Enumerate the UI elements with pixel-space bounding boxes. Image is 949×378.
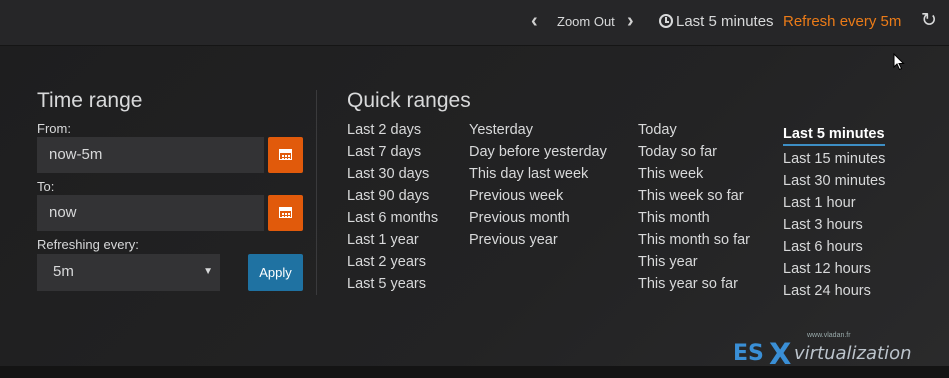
quick-range-link[interactable]: Previous year bbox=[469, 229, 607, 251]
chevron-left-icon[interactable]: ‹ bbox=[531, 0, 538, 45]
refresh-interval-button[interactable]: Refresh every 5m bbox=[783, 0, 901, 45]
clock-icon bbox=[659, 14, 673, 28]
to-label: To: bbox=[37, 179, 55, 194]
section-divider bbox=[316, 90, 317, 295]
refresh-select[interactable]: 5m ▼ bbox=[37, 254, 220, 291]
quick-range-link[interactable]: Yesterday bbox=[469, 119, 607, 141]
quick-range-link[interactable]: Last 2 years bbox=[347, 251, 438, 273]
quick-range-link[interactable]: Last 15 minutes bbox=[783, 148, 885, 170]
refresh-select-value: 5m bbox=[53, 263, 74, 280]
from-calendar-button[interactable] bbox=[268, 137, 303, 173]
quick-range-link[interactable]: This year bbox=[638, 251, 750, 273]
caret-down-icon: ▼ bbox=[203, 266, 213, 277]
quick-range-link[interactable]: Day before yesterday bbox=[469, 141, 607, 163]
quick-range-link[interactable]: Last 3 hours bbox=[783, 214, 885, 236]
calendar-icon bbox=[279, 207, 292, 218]
time-range-title: Time range bbox=[37, 89, 143, 112]
quick-range-link[interactable]: Previous week bbox=[469, 185, 607, 207]
quick-range-link[interactable]: This week bbox=[638, 163, 750, 185]
quick-ranges-title: Quick ranges bbox=[347, 89, 471, 112]
quick-range-link[interactable]: Last 1 year bbox=[347, 229, 438, 251]
quick-range-link[interactable]: Last 6 hours bbox=[783, 236, 885, 258]
watermark-url: www.vladan.fr bbox=[807, 332, 851, 339]
esx-virtualization-watermark-logo: www.vladan.fr ES X virtualization bbox=[733, 332, 943, 371]
to-calendar-button[interactable] bbox=[268, 195, 303, 231]
sync-icon[interactable]: ↻ bbox=[919, 10, 939, 32]
chevron-right-icon[interactable]: › bbox=[627, 0, 634, 45]
quick-range-link[interactable]: This day last week bbox=[469, 163, 607, 185]
quick-range-link[interactable]: Last 2 days bbox=[347, 119, 438, 141]
watermark-virtualization: virtualization bbox=[794, 343, 912, 364]
zoom-out-button[interactable]: Zoom Out bbox=[557, 0, 615, 45]
quick-range-link[interactable]: This week so far bbox=[638, 185, 750, 207]
from-label: From: bbox=[37, 121, 71, 136]
quick-range-link[interactable]: Last 7 days bbox=[347, 141, 438, 163]
quick-range-link[interactable]: Last 30 minutes bbox=[783, 170, 885, 192]
time-picker-button[interactable]: Last 5 minutes bbox=[676, 0, 774, 45]
watermark-es: ES bbox=[733, 341, 764, 366]
from-input[interactable]: now-5m bbox=[37, 137, 264, 173]
quick-range-link[interactable]: Previous month bbox=[469, 207, 607, 229]
quick-ranges-column-4: Last 5 minutes Last 15 minutes Last 30 m… bbox=[783, 121, 885, 302]
quick-range-link[interactable]: Last 1 hour bbox=[783, 192, 885, 214]
quick-range-link[interactable]: Last 90 days bbox=[347, 185, 438, 207]
top-navbar: ‹ Zoom Out › Last 5 minutes Refresh ever… bbox=[0, 0, 949, 46]
quick-range-link[interactable]: Today so far bbox=[638, 141, 750, 163]
bottom-strip bbox=[0, 366, 949, 378]
quick-range-link[interactable]: Last 12 hours bbox=[783, 258, 885, 280]
mouse-cursor-icon bbox=[893, 53, 905, 71]
quick-range-link[interactable]: This month so far bbox=[638, 229, 750, 251]
apply-button[interactable]: Apply bbox=[248, 254, 303, 291]
quick-range-link[interactable]: Last 30 days bbox=[347, 163, 438, 185]
quick-range-link[interactable]: Today bbox=[638, 119, 750, 141]
quick-ranges-column-3: Today Today so far This week This week s… bbox=[638, 119, 750, 295]
to-input[interactable]: now bbox=[37, 195, 264, 231]
quick-range-link[interactable]: Last 5 years bbox=[347, 273, 438, 295]
quick-range-link-active[interactable]: Last 5 minutes bbox=[783, 121, 885, 146]
quick-ranges-column-1: Last 2 days Last 7 days Last 30 days Las… bbox=[347, 119, 438, 295]
quick-range-link[interactable]: This month bbox=[638, 207, 750, 229]
quick-range-link[interactable]: This year so far bbox=[638, 273, 750, 295]
quick-ranges-column-2: Yesterday Day before yesterday This day … bbox=[469, 119, 607, 251]
calendar-icon bbox=[279, 149, 292, 160]
refreshing-every-label: Refreshing every: bbox=[37, 237, 139, 252]
quick-range-link[interactable]: Last 24 hours bbox=[783, 280, 885, 302]
quick-range-link[interactable]: Last 6 months bbox=[347, 207, 438, 229]
